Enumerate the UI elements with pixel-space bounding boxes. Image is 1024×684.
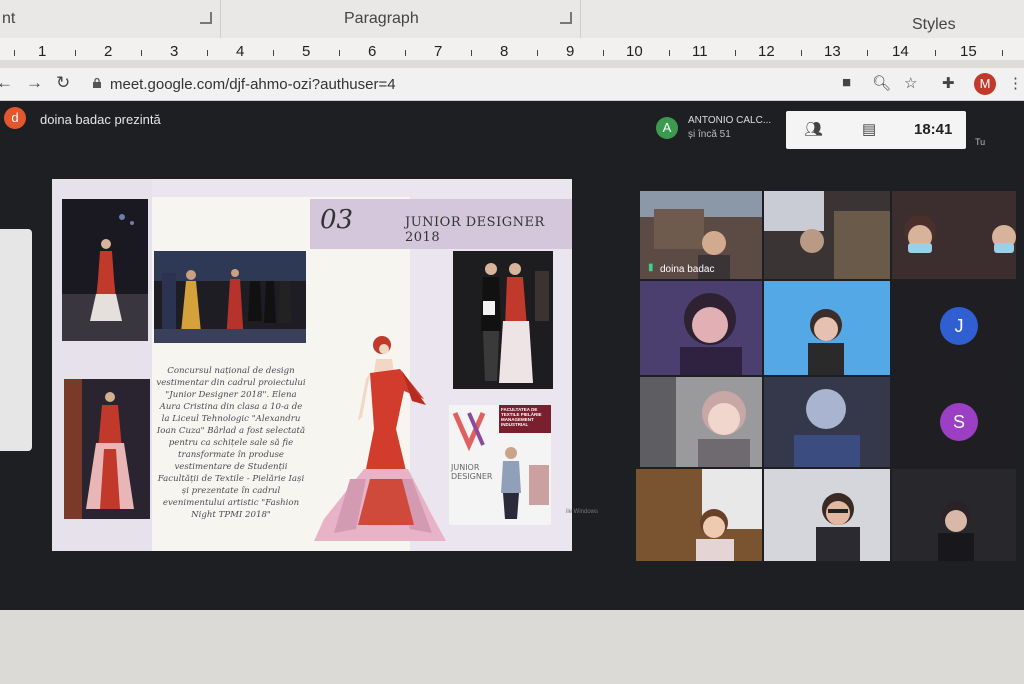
ribbon-group-paragraph: Paragraph	[220, 0, 581, 38]
ruler-number: 4	[236, 43, 245, 60]
participant-avatar: J	[940, 307, 978, 345]
menu-dots-icon[interactable]: ⋮	[1008, 74, 1023, 92]
ruler-number: 9	[566, 43, 575, 60]
participant-tile[interactable]	[892, 469, 1016, 561]
ruler-number: 5	[302, 43, 311, 60]
poster-banner: FACULTATEA DE TEXTILE PIELĂRIE MANAGEMEN…	[501, 407, 542, 427]
fashion-sketch	[314, 336, 446, 541]
word-ribbon: nt Paragraph Styles	[0, 0, 1024, 39]
participant-tile[interactable]	[636, 469, 762, 561]
participant-name: doina badac	[660, 264, 715, 275]
slide-body-text: Concursul național de design vestimentar…	[156, 366, 306, 520]
participants-icon[interactable]: 👥︎	[804, 120, 823, 138]
ribbon-group-label: Styles	[912, 16, 956, 33]
participant-avatar: S	[940, 403, 978, 441]
slide-title-band: 03 JUNIOR DESIGNER 2018	[310, 199, 572, 249]
ruler-number: 12	[758, 43, 775, 60]
ruler-number: 6	[368, 43, 377, 60]
ribbon-group-label: Paragraph	[344, 10, 419, 27]
dialog-launcher-icon[interactable]	[560, 12, 572, 24]
browser-toolbar: ← → ↻ meet.google.com/djf-ahmo-ozi?authu…	[0, 68, 1024, 101]
back-arrow-icon[interactable]: ←	[0, 73, 13, 93]
side-panel-tab[interactable]	[0, 229, 32, 451]
participant-tile[interactable]	[764, 281, 890, 375]
desk-surface	[0, 610, 1024, 684]
participant-tile[interactable]	[892, 191, 1016, 279]
slide-title: JUNIOR DESIGNER 2018	[405, 215, 545, 245]
forward-arrow-icon[interactable]: →	[26, 73, 43, 93]
camera-icon[interactable]: ■	[842, 74, 851, 91]
ruler-number: 10	[626, 43, 643, 60]
windows-watermark: ile Windows	[566, 509, 599, 515]
meet-top-controls: 👥︎ ▤ 18:41	[786, 111, 966, 149]
document-ruler: 1 2 3 4 5 6 7 8 9 10 11 12 13 14 15	[0, 38, 1024, 69]
chat-icon[interactable]: ▤	[862, 120, 876, 138]
ruler-number: 15	[960, 43, 977, 60]
runway-photo-2	[64, 379, 150, 519]
participant-tile[interactable]: ▮ doina badac	[640, 191, 762, 279]
ruler-number: 14	[892, 43, 909, 60]
presented-slide: 03 JUNIOR DESIGNER 2018 Concursul națion…	[52, 179, 572, 551]
participant-tile[interactable]	[640, 281, 762, 375]
extensions-icon[interactable]: ✚	[942, 74, 955, 92]
participant-tile[interactable]	[640, 377, 762, 467]
zoom-icon[interactable]: 🔍︎	[872, 74, 891, 92]
participant-tile[interactable]	[764, 469, 890, 561]
presenter-avatar: d	[4, 107, 26, 129]
poster-logo: JUNIOR DESIGNER	[451, 463, 493, 481]
ribbon-group-styles: Styles	[580, 0, 1024, 38]
profile-avatar[interactable]: M	[974, 73, 996, 95]
mic-active-icon: ▮	[648, 262, 654, 273]
presenter-label: doina badac prezintă	[40, 112, 161, 127]
speaker-name: ANTONIO CALC...	[688, 115, 772, 126]
bookmark-star-icon[interactable]: ☆	[904, 74, 917, 92]
lock-icon	[93, 78, 101, 88]
ruler-number: 8	[500, 43, 509, 60]
poster-photo: FACULTATEA DE TEXTILE PIELĂRIE MANAGEMEN…	[449, 405, 551, 525]
meet-call-area: d doina badac prezintă A ANTONIO CALC...…	[0, 101, 1024, 629]
self-view-label: Tu	[975, 137, 986, 147]
speaker-avatar: A	[656, 117, 678, 139]
runway-photo	[62, 199, 148, 341]
dialog-launcher-icon[interactable]	[200, 12, 212, 24]
participants-grid: ▮ doina badac J S	[636, 191, 1016, 563]
address-bar[interactable]: meet.google.com/djf-ahmo-ozi?authuser=4	[110, 76, 396, 93]
ruler-number: 11	[692, 43, 708, 60]
participant-tile[interactable]: J	[892, 281, 1016, 375]
reload-icon[interactable]: ↻	[56, 73, 70, 93]
ruler-number: 2	[104, 43, 113, 60]
group-photo	[154, 251, 306, 343]
participant-tile[interactable]	[764, 191, 890, 279]
ruler-number: 1	[38, 43, 47, 60]
slide-number: 03	[320, 205, 354, 235]
ribbon-group-font: nt	[0, 0, 221, 38]
award-photo	[453, 251, 553, 389]
meeting-clock: 18:41	[914, 121, 953, 138]
ribbon-group-label: nt	[2, 10, 16, 27]
participant-tile[interactable]	[764, 377, 890, 467]
ruler-number: 3	[170, 43, 179, 60]
ruler-number: 7	[434, 43, 443, 60]
presentation-bar: d doina badac prezintă A ANTONIO CALC...…	[0, 101, 1024, 149]
participant-tile[interactable]: S	[892, 377, 1016, 467]
participants-more-label: și încă 51	[688, 129, 731, 140]
ruler-number: 13	[824, 43, 841, 60]
